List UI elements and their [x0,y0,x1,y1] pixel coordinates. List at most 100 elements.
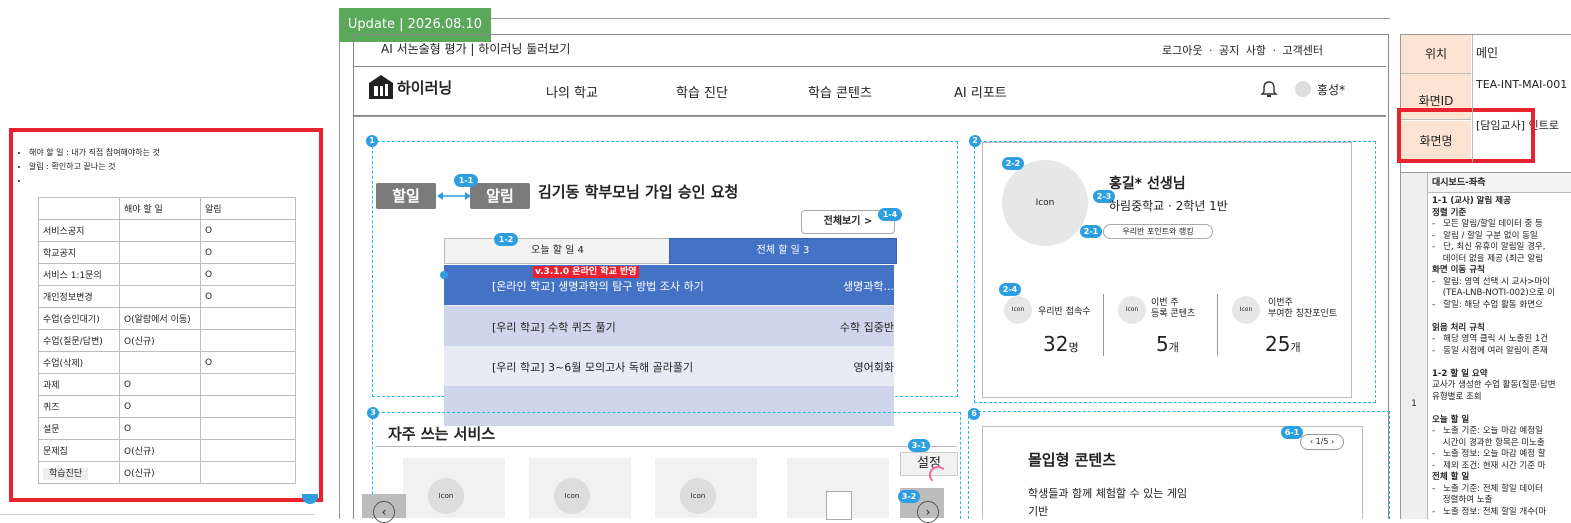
legend-cell [119,285,201,308]
spec-text-line: - 동일 시점에 여러 알림이 존재 [1432,345,1548,356]
spec-text-line: - 노출 기준: 오늘 마감 예정일 [1432,426,1543,436]
arrow-icon [437,190,471,205]
chevron-left-icon[interactable]: ‹ [373,501,395,523]
stat-label: 이번주 부여한 칭찬포인트 [1268,298,1338,319]
list-dot [440,271,448,279]
stat-label: 우리반 접속수 [1038,307,1091,317]
tab-today[interactable]: 오늘 할 일 4 [444,238,671,264]
legend-cell-highlight: 학습진단 [43,468,89,480]
service-icon: Icon [680,478,716,514]
pager-text: 1/5 [1315,437,1329,446]
separator: · [1272,44,1276,57]
user-name[interactable]: 홍성* [1317,81,1345,98]
todo-chip[interactable]: 할일 [376,183,436,209]
spec-text-line: - 노출 기준: 전체 할일 데이터 [1432,483,1543,494]
legend-cell: 개인정보변경 [38,285,120,308]
badge: 2-1 [1080,225,1102,238]
pager-prev-icon[interactable]: ‹ [1310,437,1313,446]
legend-corner-badge [302,494,318,504]
bell-icon[interactable] [1260,80,1278,98]
spec-text-line: - 노출 정보: 전체 할일 개수(마 [1432,506,1547,517]
legend-col-header: 해야 할 일 [119,197,201,220]
stat-value: 5개 [1156,332,1179,356]
spec-text-line: 교사가 생성한 수업 활동(질문·답변 [1432,380,1556,390]
legend-cell [200,439,296,462]
spec-section-title: 대시보드-좌측 [1428,173,1571,193]
nav-item-my-school[interactable]: 나의 학교 [546,82,598,101]
badge: 6-1 [1281,426,1303,439]
stat-value: 32명 [1043,332,1079,356]
legend-panel: 해야 할 일 : 내가 직접 참여해야하는 것 알림 : 확인하고 끝나는 것 … [9,128,323,502]
legend-cell: O [119,395,201,418]
service-tile[interactable]: Icon [403,458,505,518]
nav-item-ai-report[interactable]: AI 리포트 [954,82,1007,101]
spec-text-line [1432,357,1571,369]
legend-cell [200,461,296,484]
table-row: 설문 O [38,417,296,440]
tab-all[interactable]: 전체 할 일 3 [669,238,897,264]
stat-unit: 명 [1068,341,1079,354]
legend-cell [200,373,296,396]
spec-body: 1 대시보드-좌측 1-1 (교사) 알림 제공 정렬 기준 - 모든 알림/할일 … [1401,172,1571,519]
legend-cell: O [200,219,296,242]
legend-col-header: 알림 [200,197,296,220]
table-row: 수업(질문/답변) O(신규) [38,329,296,352]
list-item[interactable]: [우리 학교] 3~6월 모의고사 독해 골라풀기 영어회화 [444,346,894,386]
pager-next-icon[interactable]: › [1331,437,1334,446]
spec-text-line [1432,403,1571,415]
class-ranking-button[interactable]: 우리반 포인트와 랭킹 [1103,224,1213,239]
spec-text-line: 읽음 처리 규칙 [1432,322,1485,333]
legend-cell: 수업(승인대기) [38,307,120,330]
table-row: 학습진단 O(신규) [38,461,296,484]
stat-unit: 개 [1290,341,1301,354]
badge: 3 [367,407,379,419]
logout-link[interactable]: 로그아웃 [1162,44,1202,57]
service-tile[interactable]: Icon [655,458,757,518]
task-subject: 생명과학... [843,280,894,293]
legend-cell: 서비스 1:1문의 [38,263,120,286]
spec-value-location: 메인 [1476,46,1499,60]
stat-number: 32 [1043,332,1069,356]
badge: 2-4 [999,283,1021,296]
immersive-desc: 학생들과 함께 체험할 수 있는 게임 [1028,487,1188,500]
legend-cell [200,307,296,330]
task-subject: 영어회화 [853,361,894,374]
legend-cell: O [119,417,201,440]
spec-row-number-col: 1 [1401,173,1428,519]
table-row: 수업(승인대기) O(알람에서 이동) [38,307,296,330]
stat-icon: Icon [1232,296,1260,324]
divider [1103,294,1104,356]
service-icon: Icon [428,478,464,514]
notice-link[interactable]: 공지 사항 [1219,44,1266,57]
spec-text-line: (TEA-LNB-NOTI-002)으로 이 [1432,288,1555,298]
alert-chip[interactable]: 알림 [470,183,530,209]
notice-headline[interactable]: 김기동 학부모님 가입 승인 요청 [538,181,738,202]
table-row: 과제 O [38,373,296,396]
support-link[interactable]: 고객센터 [1282,44,1322,57]
spec-description: 1-1 (교사) 알림 제공 정렬 기준 - 모든 알림/할일 데이터 중 등- 알… [1432,196,1571,519]
avatar[interactable] [1295,81,1311,97]
nav-item-diagnosis[interactable]: 학습 진단 [676,82,728,101]
logo[interactable]: 하이러닝 [368,72,452,102]
list-item[interactable]: [온라인 학교] 생명과학의 탐구 방법 조사 하기 생명과학... [444,265,894,305]
legend-cell: O(신규) [119,439,201,462]
task-subject: 수학 집중반 [839,321,894,334]
service-tile[interactable] [787,458,889,520]
spec-text-line: - 제외 조건: 현재 시간 기준 마 [1432,460,1546,471]
top-links: 로그아웃 · 공지 사항 · 고객센터 [1162,42,1323,58]
nav-item-content[interactable]: 학습 콘텐츠 [808,82,872,101]
spec-value-screen-id: TEA-INT-MAI-001 [1476,78,1568,91]
carousel-pager[interactable]: ‹ 1/5 › [1300,434,1344,450]
service-tile[interactable]: Icon [529,458,631,518]
stat-number: 5 [1156,332,1169,356]
list-item[interactable]: [우리 학교] 수학 퀴즈 풀기 수학 집중반 [444,306,894,346]
pink-marker [929,466,947,484]
stat-number: 25 [1265,332,1291,356]
chevron-right-icon[interactable]: › [917,501,939,523]
legend-cell: O [200,263,296,286]
spec-text-line: 전체 할 일 [1432,472,1470,482]
spec-text-line: 정렬하여 노출 [1432,495,1493,505]
task-title: [온라인 학교] 생명과학의 탐구 방법 조사 하기 [492,280,704,293]
badge: 3-1 [908,439,930,452]
spec-text-line: 정렬 기준 [1432,207,1467,218]
